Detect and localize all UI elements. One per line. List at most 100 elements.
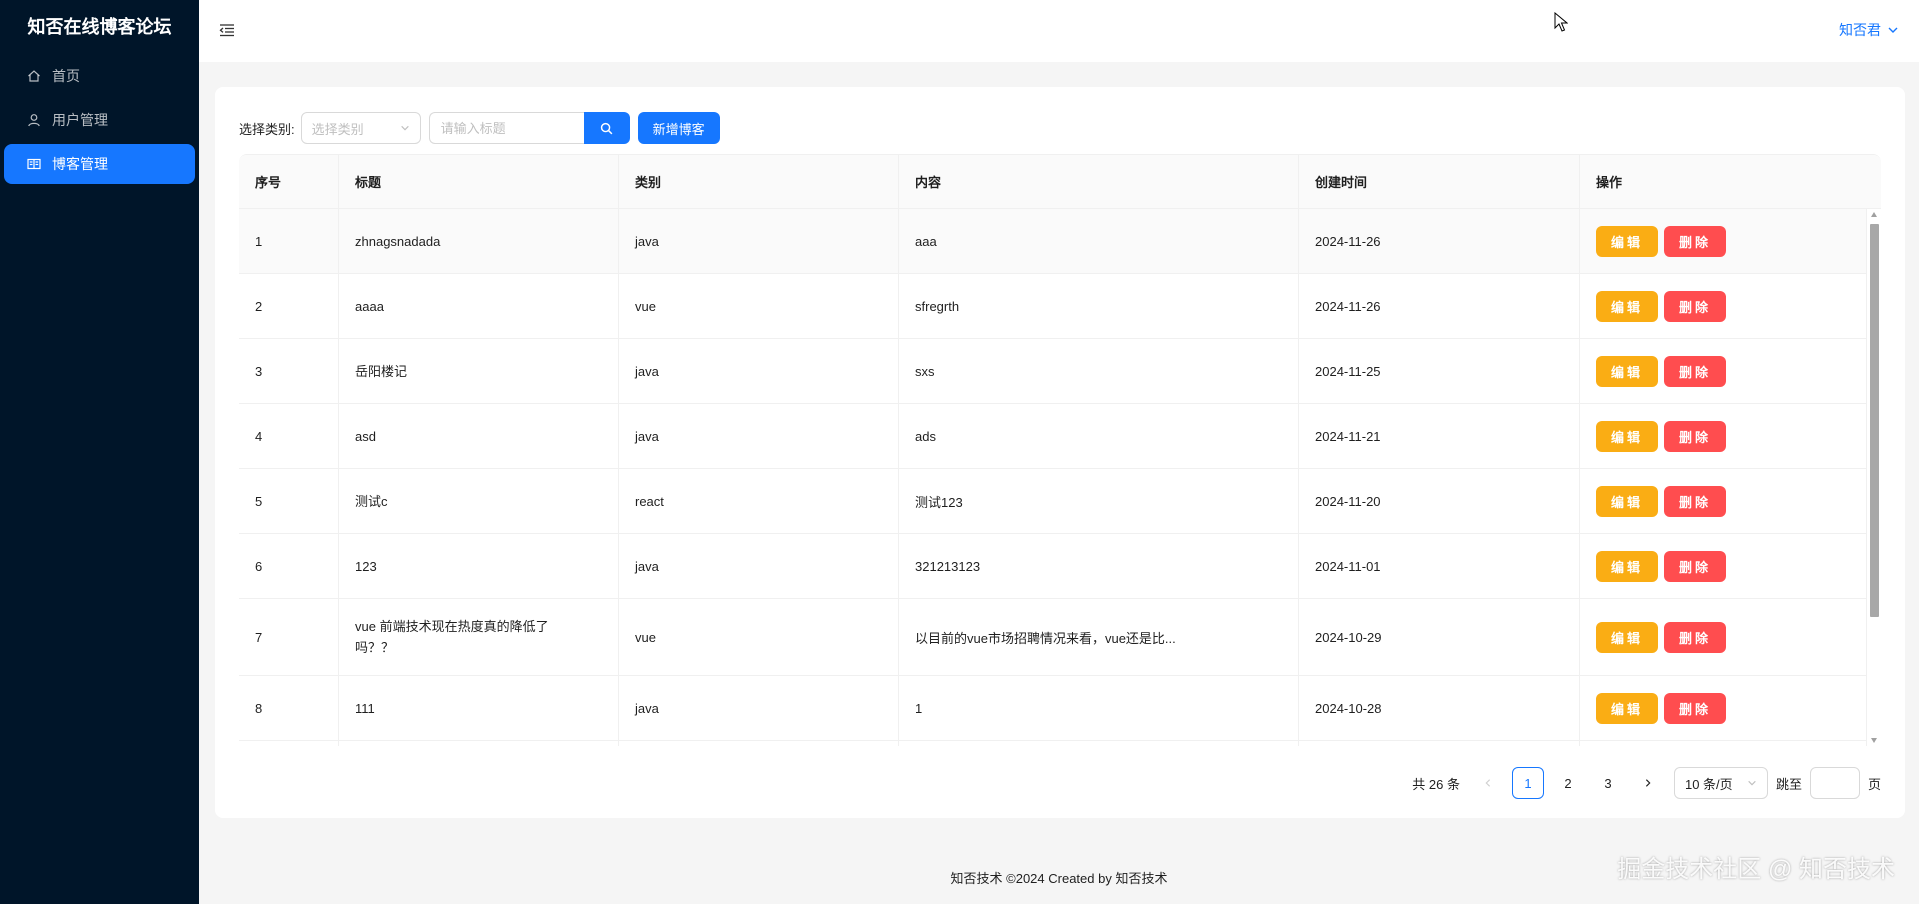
table-row: 4 asd java ads 2024-11-21 编辑 删除: [239, 404, 1881, 469]
username: 知否君: [1839, 22, 1881, 38]
column-header: 序号: [239, 155, 339, 208]
search-button[interactable]: [583, 112, 630, 144]
chevron-right-icon: [1645, 779, 1651, 787]
row-actions: 编辑 删除: [1580, 339, 1863, 403]
row-created-at: 2024-11-26: [1299, 274, 1580, 338]
delete-button[interactable]: 删除: [1664, 692, 1726, 724]
edit-button[interactable]: 编辑: [1596, 225, 1658, 257]
delete-button[interactable]: 删除: [1664, 550, 1726, 582]
edit-button[interactable]: 编辑: [1596, 692, 1658, 724]
pagination: 共 26 条 1 2 3 10 条/页 跳至 页: [1412, 767, 1881, 799]
row-content: ads: [899, 404, 1299, 468]
row-content: sxs: [899, 339, 1299, 403]
row-title: vue 前端技术现在热度真的降低了吗？？: [339, 599, 619, 675]
jump-label: 跳至: [1775, 776, 1802, 792]
table-row: 5 测试c react 测试123 2024-11-20 编辑 删除: [239, 469, 1881, 534]
page-1[interactable]: 1: [1511, 767, 1544, 799]
row-content: 测试123: [899, 469, 1299, 533]
row-actions: 编辑 删除: [1580, 469, 1863, 533]
menu-fold-icon[interactable]: [219, 22, 237, 40]
edit-button[interactable]: 编辑: [1596, 550, 1658, 582]
row-number: 8: [239, 676, 339, 740]
scrollbar-thumb[interactable]: [1870, 224, 1879, 617]
delete-button[interactable]: 删除: [1664, 355, 1726, 387]
row-title: asd: [339, 404, 619, 468]
row-title: 岳阳楼记: [339, 339, 619, 403]
row-number: 7: [239, 599, 339, 675]
row-title: 111: [339, 676, 619, 740]
edit-button[interactable]: 编辑: [1596, 621, 1658, 653]
row-category: java: [619, 404, 899, 468]
delete-button[interactable]: 删除: [1664, 290, 1726, 322]
row-created-at: 2024-11-25: [1299, 339, 1580, 403]
row-actions: 编辑 删除: [1580, 599, 1863, 675]
row-created-at: 2024-11-20: [1299, 469, 1580, 533]
edit-button[interactable]: 编辑: [1596, 355, 1658, 387]
column-header: 内容: [899, 155, 1299, 208]
chevron-down-icon: [400, 125, 409, 131]
category-select[interactable]: 选择类别: [300, 112, 421, 144]
table-row: 2 aaaa vue sfregrth 2024-11-26 编辑 删除: [239, 274, 1881, 339]
total-count: 共 26 条: [1412, 776, 1460, 792]
edit-button[interactable]: 编辑: [1596, 290, 1658, 322]
table-scrollbar[interactable]: [1866, 209, 1881, 746]
filter-toolbar: 选择类别: 选择类别 新增博客: [239, 112, 720, 144]
scroll-up-icon[interactable]: [1871, 212, 1877, 217]
sidebar-menu: 首页 用户管理 博客管理: [0, 54, 199, 184]
row-number: 3: [239, 339, 339, 403]
sidebar-item-users[interactable]: 用户管理: [4, 100, 195, 140]
delete-button[interactable]: 删除: [1664, 485, 1726, 517]
chevron-left-icon: [1485, 779, 1491, 787]
row-content: 321213123: [899, 534, 1299, 598]
row-number: 4: [239, 404, 339, 468]
table-row: 6 123 java 321213123 2024-11-01 编辑 删除: [239, 534, 1881, 599]
row-actions: 编辑 删除: [1580, 534, 1863, 598]
page-size-select[interactable]: 10 条/页: [1673, 767, 1768, 799]
category-placeholder: 选择类别: [311, 121, 364, 137]
sidebar-item-label: 首页: [52, 68, 80, 84]
table-row: 7 vue 前端技术现在热度真的降低了吗？？ vue 以目前的vue市场招聘情况…: [239, 599, 1881, 676]
row-created-at: 2024-10-29: [1299, 599, 1580, 675]
sidebar: 知否在线博客论坛 首页 用户管理 博客管理: [0, 0, 199, 904]
sidebar-item-blogs[interactable]: 博客管理: [4, 144, 195, 184]
page-2[interactable]: 2: [1552, 767, 1584, 799]
delete-button[interactable]: 删除: [1664, 621, 1726, 653]
row-content: aaa: [899, 209, 1299, 273]
row-category: java: [619, 534, 899, 598]
row-category: java: [619, 676, 899, 740]
row-content: 以目前的vue市场招聘情况来看，vue还是比...: [899, 599, 1299, 675]
app-title: 知否在线博客论坛: [27, 17, 172, 37]
column-header: 创建时间: [1299, 155, 1580, 208]
delete-button[interactable]: 删除: [1664, 420, 1726, 452]
row-content: sfregrth: [899, 274, 1299, 338]
page-3[interactable]: 3: [1592, 767, 1624, 799]
row-number: 5: [239, 469, 339, 533]
edit-button[interactable]: 编辑: [1596, 420, 1658, 452]
header: 知否君: [199, 0, 1919, 62]
jump-input[interactable]: [1809, 767, 1860, 799]
chevron-down-icon: [1888, 27, 1898, 33]
row-category: vue: [619, 274, 899, 338]
sidebar-item-label: 用户管理: [52, 112, 108, 128]
next-page-button[interactable]: [1632, 767, 1664, 799]
row-category: java: [619, 339, 899, 403]
category-label: 选择类别:: [239, 121, 295, 137]
edit-button[interactable]: 编辑: [1596, 485, 1658, 517]
user-dropdown[interactable]: 知否君: [1839, 20, 1899, 40]
delete-button[interactable]: 删除: [1664, 225, 1726, 257]
column-header: 操作: [1596, 175, 1623, 190]
row-actions: 编辑 删除: [1580, 209, 1863, 273]
row-number: 1: [239, 209, 339, 273]
sidebar-item-home[interactable]: 首页: [4, 56, 195, 96]
row-number: 6: [239, 534, 339, 598]
row-category: vue: [619, 599, 899, 675]
search-icon: [600, 122, 613, 134]
search-input[interactable]: [428, 112, 584, 144]
add-blog-button[interactable]: 新增博客: [637, 112, 720, 144]
row-title: 测试c: [339, 469, 619, 533]
row-created-at: 2024-11-01: [1299, 534, 1580, 598]
quick-jumper: 跳至 页: [1776, 767, 1881, 799]
table-row: 8 111 java 1 2024-10-28 编辑 删除: [239, 676, 1881, 741]
scroll-down-icon[interactable]: [1871, 738, 1877, 743]
prev-page-button[interactable]: [1472, 767, 1504, 799]
